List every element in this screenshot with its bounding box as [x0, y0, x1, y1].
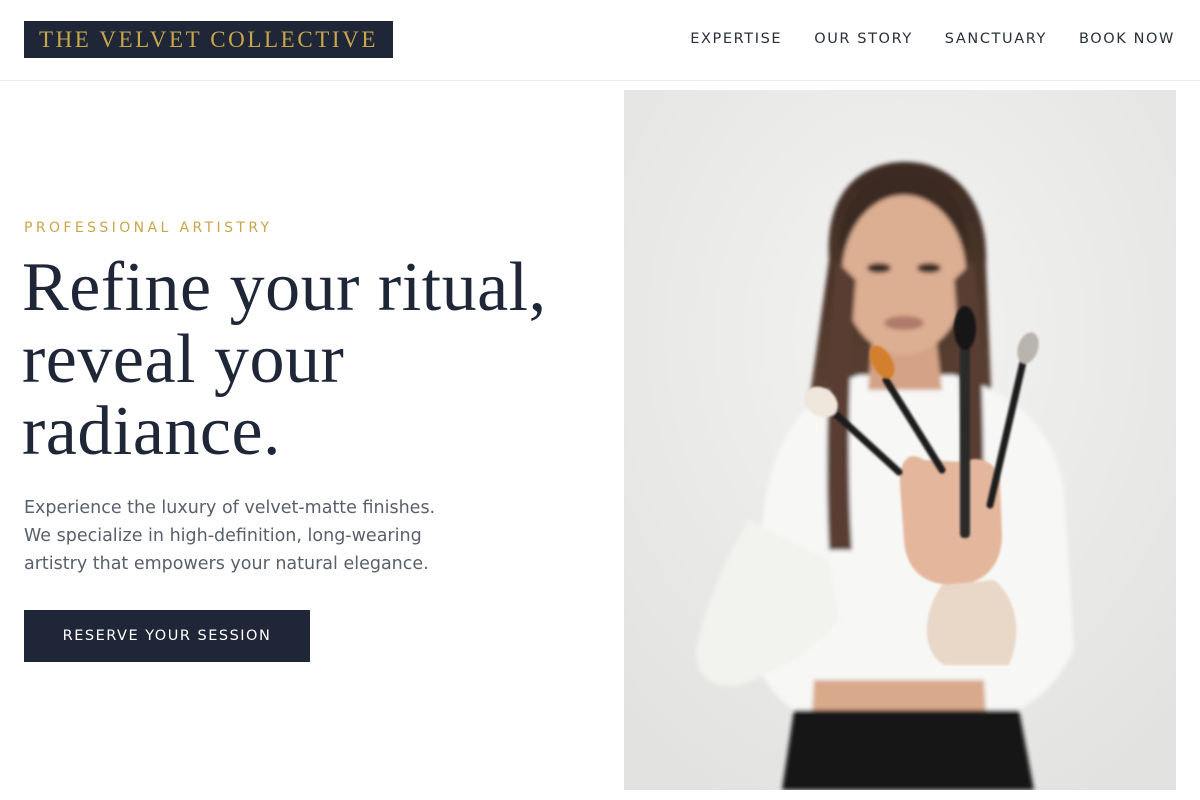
model-with-brushes-illustration: [624, 90, 1176, 790]
site-header: THE VELVET COLLECTIVE EXPERTISE OUR STOR…: [0, 0, 1200, 81]
brand-logo[interactable]: THE VELVET COLLECTIVE: [24, 21, 393, 58]
nav-item-expertise[interactable]: EXPERTISE: [690, 30, 782, 48]
headline-line-1: Refine your ritual,: [22, 249, 547, 326]
nav-item-sanctuary[interactable]: SANCTUARY: [945, 30, 1047, 48]
hero-photo: [624, 90, 1176, 790]
headline-line-2: reveal your: [22, 321, 345, 398]
headline-line-3: radiance.: [22, 393, 282, 470]
nav-item-our-story[interactable]: OUR STORY: [814, 30, 913, 48]
hero-description: Experience the luxury of velvet-matte fi…: [24, 498, 436, 574]
hero-headline: Refine your ritual, reveal your radiance…: [22, 252, 582, 468]
main-nav: EXPERTISE OUR STORY SANCTUARY BOOK NOW: [690, 30, 1175, 48]
hero-eyebrow: PROFESSIONAL ARTISTRY: [24, 220, 273, 236]
brand-name: THE VELVET COLLECTIVE: [38, 26, 379, 52]
nav-item-book-now[interactable]: BOOK NOW: [1079, 30, 1175, 48]
reserve-session-button[interactable]: RESERVE YOUR SESSION: [24, 610, 310, 662]
